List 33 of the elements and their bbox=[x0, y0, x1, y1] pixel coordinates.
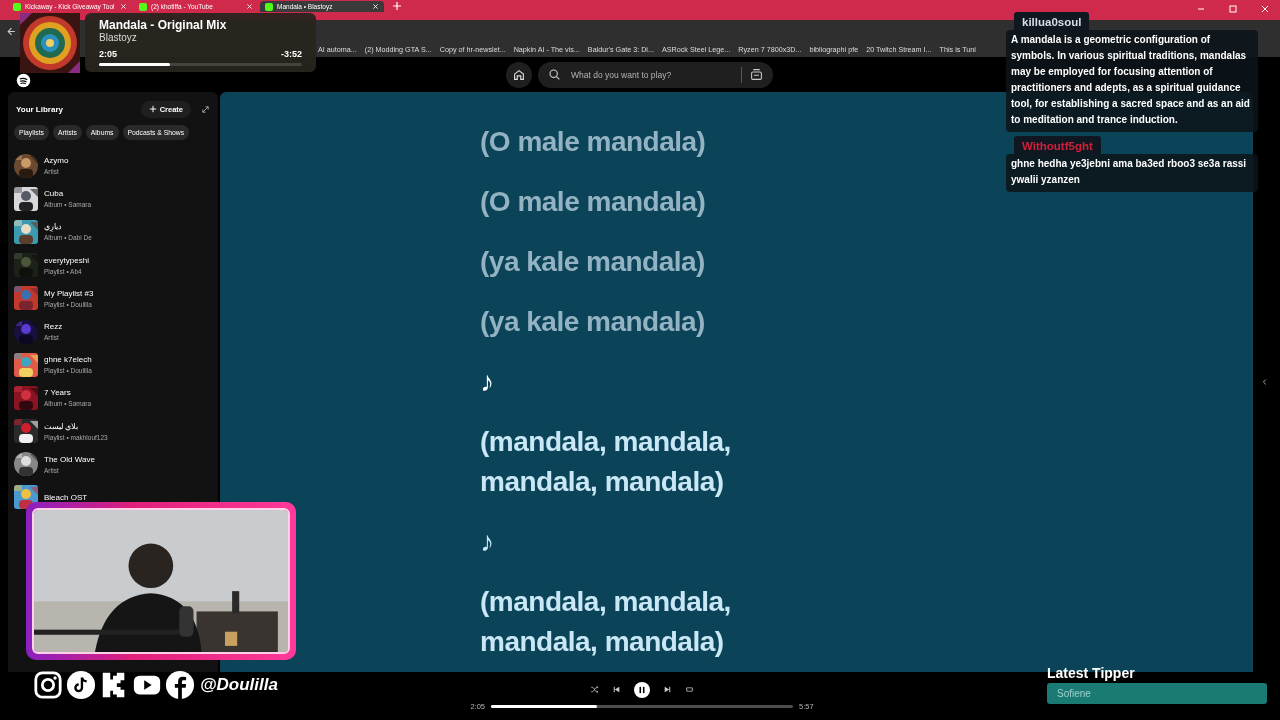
latest-tipper-title: Latest Tipper bbox=[1047, 665, 1135, 681]
item-title: بلاي ليست bbox=[44, 421, 80, 431]
social-handle: @Doulilla bbox=[200, 675, 278, 695]
item-title: Cuba bbox=[44, 189, 65, 199]
lyric-line: (O male mandala) bbox=[480, 125, 707, 159]
item-title: Azymo bbox=[44, 156, 69, 166]
item-title: ghne k7elech bbox=[44, 355, 92, 365]
item-title: 7 Years bbox=[44, 388, 72, 398]
track-artist: Blastoyz bbox=[99, 32, 138, 43]
search-input[interactable]: What do you want to play? bbox=[569, 68, 733, 81]
library-title: Your Library bbox=[16, 104, 64, 114]
item-title: The Old Wave bbox=[44, 454, 95, 464]
elapsed-time: 2:05 bbox=[99, 49, 117, 59]
item-title: Rezz bbox=[44, 322, 63, 332]
lyric-line: ♪ bbox=[480, 525, 495, 559]
lyric-line: (ya kale mandala) bbox=[480, 305, 706, 339]
item-title: ديارِي bbox=[44, 222, 63, 232]
chat-message: A mandala is a geometric configuration of symbols. In various spiritual traditions, mandalas may be employed for focusing attention of practitioners and adepts, as a spiritual guidance tool, for establishing a sacred space and as an aid to meditation and trance induction. bbox=[1006, 30, 1258, 132]
lyric-line: (mandala, mandala, mandala, mandala) bbox=[480, 425, 732, 499]
tipper-name: Sofiene bbox=[1047, 683, 1267, 704]
track-title: Mandala - Original Mix bbox=[99, 18, 228, 32]
chat-message: ghne hedha ye3jebni ama ba3ed rboo3 se3a rassi ywalii yzanzen bbox=[1006, 154, 1258, 192]
lyric-line: ♪ bbox=[480, 365, 495, 399]
item-title: My Playlist #3 bbox=[44, 288, 94, 298]
chat-username: Withoutf5ght bbox=[1022, 140, 1093, 152]
search-bar[interactable]: What do you want to play? bbox=[538, 61, 773, 88]
remaining-time: -3:52 bbox=[281, 49, 302, 59]
item-title: Bleach OST bbox=[44, 492, 88, 502]
lyric-line: (mandala, mandala, mandala, mandala) bbox=[480, 585, 732, 659]
chat-username: killua0soul bbox=[1022, 16, 1082, 28]
item-title: everytypeshi bbox=[44, 255, 89, 265]
lyric-line: (ya kale mandala) bbox=[480, 245, 706, 279]
lyric-line: (O male mandala) bbox=[480, 185, 707, 219]
